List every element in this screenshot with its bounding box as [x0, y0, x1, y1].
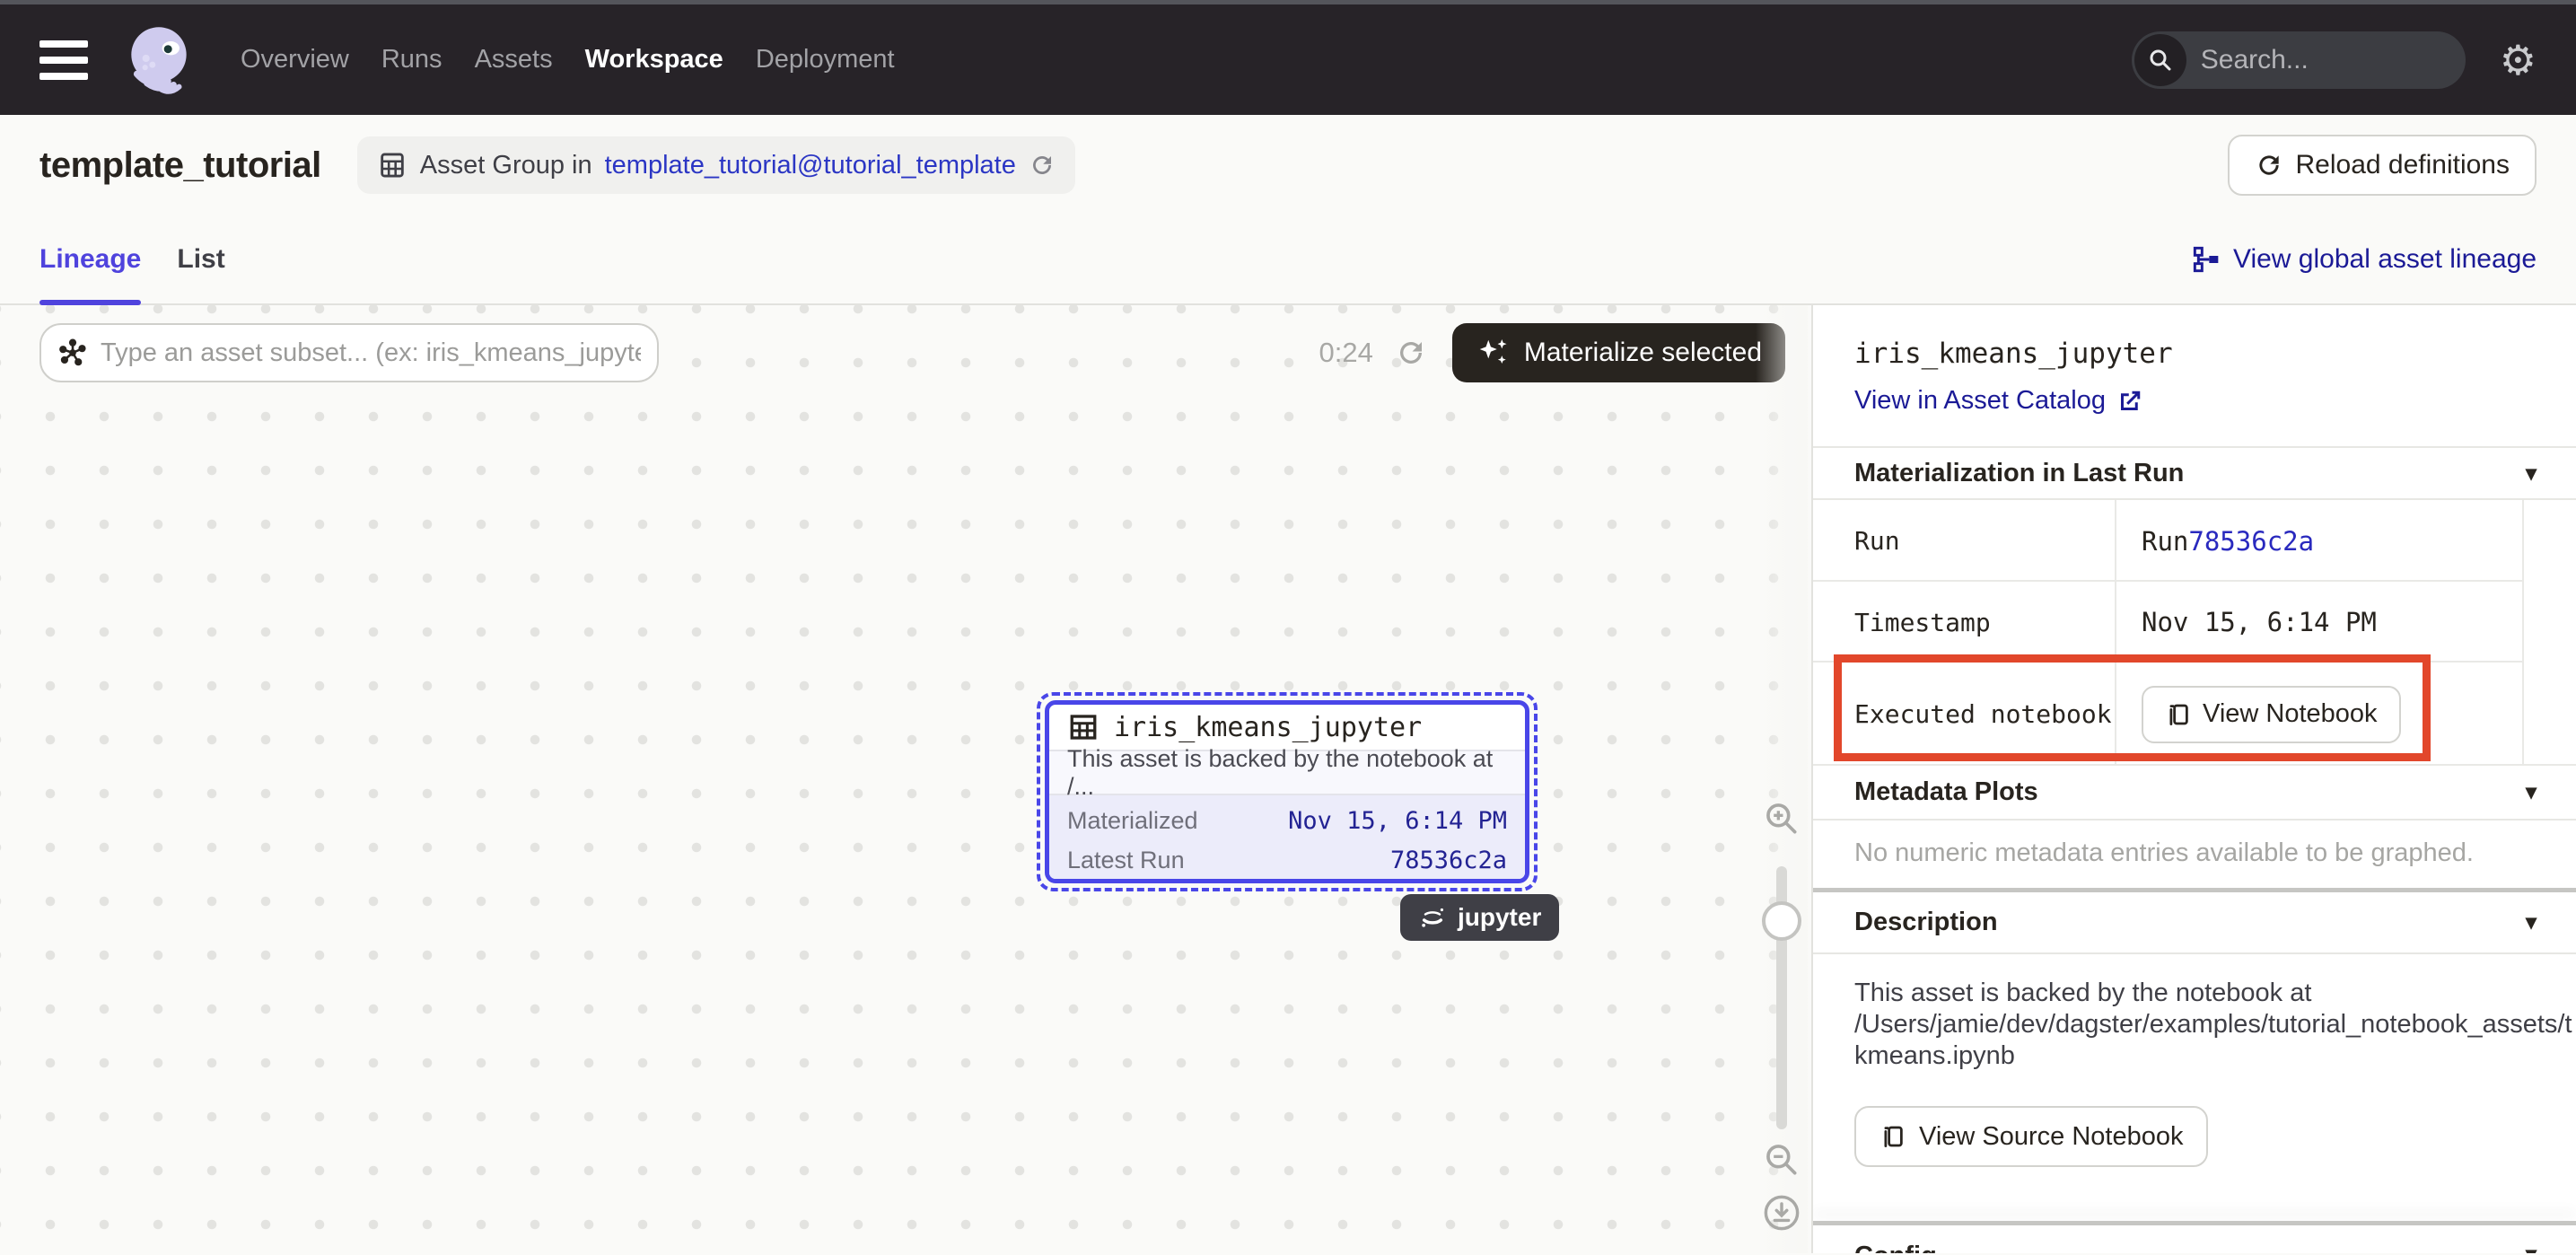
reload-definitions-button[interactable]: Reload definitions	[2228, 135, 2537, 196]
view-notebook-label: View Notebook	[2203, 699, 2378, 729]
table-row-timestamp: Timestamp Nov 15, 6:14 PM	[1813, 582, 2576, 663]
section-config[interactable]: Config ▾	[1813, 1225, 2576, 1253]
search-icon	[2134, 34, 2186, 86]
zoom-controls	[1756, 305, 1808, 1253]
compute-kind-tag-jupyter[interactable]: jupyter	[1400, 894, 1559, 941]
asset-detail-panel: iris_kmeans_jupyter View in Asset Catalo…	[1811, 305, 2576, 1253]
view-notebook-button[interactable]: View Notebook	[2142, 686, 2401, 743]
view-global-asset-lineage-link[interactable]: View global asset lineage	[2192, 244, 2537, 275]
tab-list[interactable]: List	[177, 215, 224, 303]
asset-node-stats: Materialized Nov 15, 6:14 PM Latest Run …	[1049, 795, 1525, 883]
stat-label-materialized: Materialized	[1067, 807, 1198, 835]
canvas-toolbar: 0:24 Materialize selected	[39, 323, 1785, 382]
asset-group-breadcrumb: Asset Group in template_tutorial@tutoria…	[357, 136, 1075, 194]
tabs-row: Lineage List View global asset lineage	[0, 215, 2576, 305]
catalog-link-label: View in Asset Catalog	[1854, 386, 2106, 416]
notebook-icon	[2165, 701, 2192, 728]
metadata-table: Run Run 78536c2a Timestamp Nov 15, 6:14 …	[1813, 500, 2576, 766]
description-line: This asset is backed by the notebook at	[1854, 978, 2537, 1009]
nav-item-runs[interactable]: Runs	[381, 45, 442, 75]
run-id-link[interactable]: 78536c2a	[2188, 526, 2314, 557]
page-header: template_tutorial Asset Group in templat…	[0, 115, 2576, 215]
nav-item-overview[interactable]: Overview	[241, 45, 349, 75]
refresh-location-icon[interactable]	[1029, 152, 1056, 179]
description-line: /Users/jamie/dev/dagster/examples/tutori…	[1854, 1009, 2537, 1040]
panel-asset-title: iris_kmeans_jupyter	[1854, 338, 2537, 370]
lineage-graph-icon	[2192, 245, 2221, 274]
lineage-canvas[interactable]: 0:24 Materialize selected iris_kmeans_ju…	[0, 305, 1811, 1253]
compute-kind-tag-label: jupyter	[1458, 903, 1541, 932]
notebook-icon	[1879, 1123, 1906, 1150]
asset-node-title: iris_kmeans_jupyter	[1114, 712, 1422, 743]
row-label-executed-notebook: Executed notebook	[1813, 699, 2115, 729]
table-row-executed-notebook: Executed notebook View Notebook	[1813, 663, 2576, 766]
section-description-label: Description	[1854, 908, 1998, 937]
timestamp-value: Nov 15, 6:14 PM	[2115, 607, 2377, 637]
caret-down-icon[interactable]: ▾	[2526, 1242, 2537, 1253]
section-materialization-label: Materialization in Last Run	[1854, 459, 2184, 488]
zoom-slider-thumb[interactable]	[1762, 901, 1801, 941]
nav-item-workspace[interactable]: Workspace	[585, 45, 723, 75]
nav-item-deployment[interactable]: Deployment	[756, 45, 895, 75]
refresh-timer: 0:24	[1319, 337, 1373, 369]
section-materialization[interactable]: Materialization in Last Run ▾	[1813, 448, 2576, 498]
view-source-notebook-button[interactable]: View Source Notebook	[1854, 1106, 2208, 1167]
section-metadata-plots-label: Metadata Plots	[1854, 777, 2038, 807]
global-search[interactable]: /	[2132, 31, 2466, 89]
stat-label-latest-run: Latest Run	[1067, 847, 1185, 874]
asset-group-icon	[377, 150, 407, 180]
asset-group-link[interactable]: template_tutorial@tutorial_template	[605, 151, 1016, 180]
sparkle-icon	[1476, 336, 1510, 370]
view-source-notebook-label: View Source Notebook	[1919, 1122, 2183, 1152]
description-text: This asset is backed by the notebook at …	[1813, 954, 2576, 1106]
nav-item-assets[interactable]: Assets	[475, 45, 553, 75]
tab-lineage[interactable]: Lineage	[39, 215, 141, 303]
description-line: kmeans.ipynb	[1854, 1040, 2537, 1072]
asset-subset-input[interactable]	[101, 338, 641, 368]
asset-node-iris-kmeans-jupyter[interactable]: iris_kmeans_jupyter This asset is backed…	[1045, 700, 1529, 883]
zoom-out-icon[interactable]	[1762, 1140, 1801, 1180]
page-title: template_tutorial	[39, 145, 321, 186]
row-label-timestamp: Timestamp	[1813, 608, 2115, 637]
row-label-run: Run	[1813, 526, 2115, 556]
search-input[interactable]	[2201, 45, 2466, 75]
asset-group-prefix: Asset Group in	[420, 151, 592, 180]
op-selector-icon	[57, 338, 88, 368]
reload-definitions-label: Reload definitions	[2296, 150, 2510, 180]
caret-down-icon[interactable]: ▾	[2526, 909, 2537, 935]
external-link-icon	[2116, 388, 2143, 415]
asset-node-description: This asset is backed by the notebook at …	[1049, 751, 1525, 795]
metadata-empty-state: No numeric metadata entries available to…	[1813, 821, 2576, 888]
nav-menu: Overview Runs Assets Workspace Deploymen…	[241, 45, 895, 75]
asset-subset-filter[interactable]	[39, 323, 659, 382]
hamburger-menu-icon[interactable]	[39, 40, 88, 80]
download-view-icon[interactable]	[1761, 1192, 1802, 1233]
stat-value-latest-run[interactable]: 78536c2a	[1390, 847, 1507, 874]
top-nav: Overview Runs Assets Workspace Deploymen…	[0, 4, 2576, 115]
materialize-selected-label: Materialize selected	[1524, 338, 1762, 368]
materialize-selected-button[interactable]: Materialize selected	[1452, 323, 1785, 382]
global-lineage-label: View global asset lineage	[2233, 244, 2537, 275]
asset-node-selection: iris_kmeans_jupyter This asset is backed…	[1037, 692, 1538, 891]
caret-down-icon[interactable]: ▾	[2526, 461, 2537, 487]
jupyter-icon	[1418, 903, 1447, 932]
caret-down-icon[interactable]: ▾	[2526, 779, 2537, 805]
refresh-graph-icon[interactable]	[1395, 337, 1427, 369]
table-icon	[1067, 711, 1100, 743]
gear-icon[interactable]: ⚙	[2500, 39, 2537, 81]
section-config-label: Config	[1854, 1242, 1937, 1253]
section-metadata-plots[interactable]: Metadata Plots ▾	[1813, 766, 2576, 819]
run-value-prefix: Run	[2142, 526, 2188, 557]
view-in-asset-catalog-link[interactable]: View in Asset Catalog	[1854, 386, 2143, 416]
section-description[interactable]: Description ▾	[1813, 892, 2576, 952]
dagster-logo[interactable]	[118, 19, 201, 101]
table-row-run: Run Run 78536c2a	[1813, 500, 2576, 582]
zoom-in-icon[interactable]	[1762, 799, 1801, 838]
reload-icon	[2255, 151, 2283, 180]
stat-value-materialized: Nov 15, 6:14 PM	[1288, 807, 1507, 835]
